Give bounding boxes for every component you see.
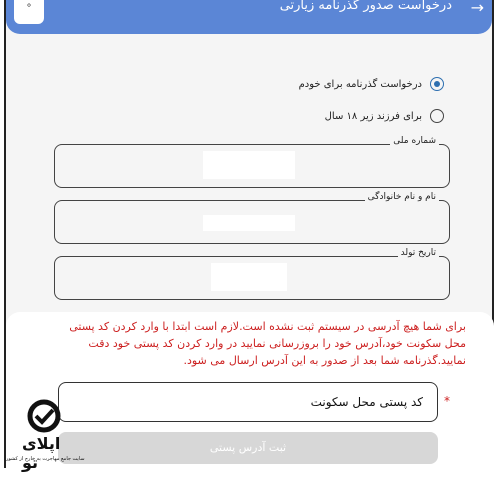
radio-unselected-icon[interactable] xyxy=(430,109,444,123)
logo-mark-icon xyxy=(27,399,61,433)
address-warning-message: برای شما هیچ آدرسی در سیستم ثبت نشده است… xyxy=(69,320,466,367)
header-bar: → درخواست صدور گذرنامه زیارتی ° xyxy=(6,0,492,34)
required-asterisk: * xyxy=(444,394,450,408)
option-child[interactable]: برای فرزند زیر ۱۸ سال xyxy=(325,106,444,126)
page-title: درخواست صدور گذرنامه زیارتی xyxy=(279,0,452,13)
redacted-value xyxy=(203,215,295,231)
logo-brand-text: اپلای تو xyxy=(22,434,61,472)
watermark-logo: اپلای تو سایت جامع مهاجرت به خارج از کشو… xyxy=(4,398,85,472)
option-self[interactable]: درخواست گذرنامه برای خودم xyxy=(299,74,444,94)
birth-date-field[interactable]: تاریخ تولد xyxy=(54,248,450,300)
option-child-label: برای فرزند زیر ۱۸ سال xyxy=(324,110,422,122)
logo-tagline: سایت جامع مهاجرت به خارج از کشور xyxy=(6,456,85,462)
national-id-label: شماره ملی xyxy=(390,136,439,146)
option-self-label: درخواست گذرنامه برای خودم xyxy=(298,78,422,90)
full-name-field[interactable]: نام و نام خانوادگی xyxy=(54,192,450,244)
full-name-label: نام و نام خانوادگی xyxy=(364,192,439,202)
redacted-value xyxy=(211,263,287,291)
birth-date-label: تاریخ تولد xyxy=(397,248,439,258)
back-arrow-icon[interactable]: → xyxy=(471,0,484,16)
radio-selected-icon[interactable] xyxy=(430,77,444,91)
header-badge-icon[interactable]: ° xyxy=(14,0,44,24)
submit-postal-address-button[interactable]: ثبت آدرس پستی xyxy=(58,432,438,464)
redacted-value xyxy=(203,151,295,179)
postal-code-input[interactable]: کد پستی محل سکونت xyxy=(58,382,438,422)
national-id-field[interactable]: شماره ملی xyxy=(54,136,450,188)
